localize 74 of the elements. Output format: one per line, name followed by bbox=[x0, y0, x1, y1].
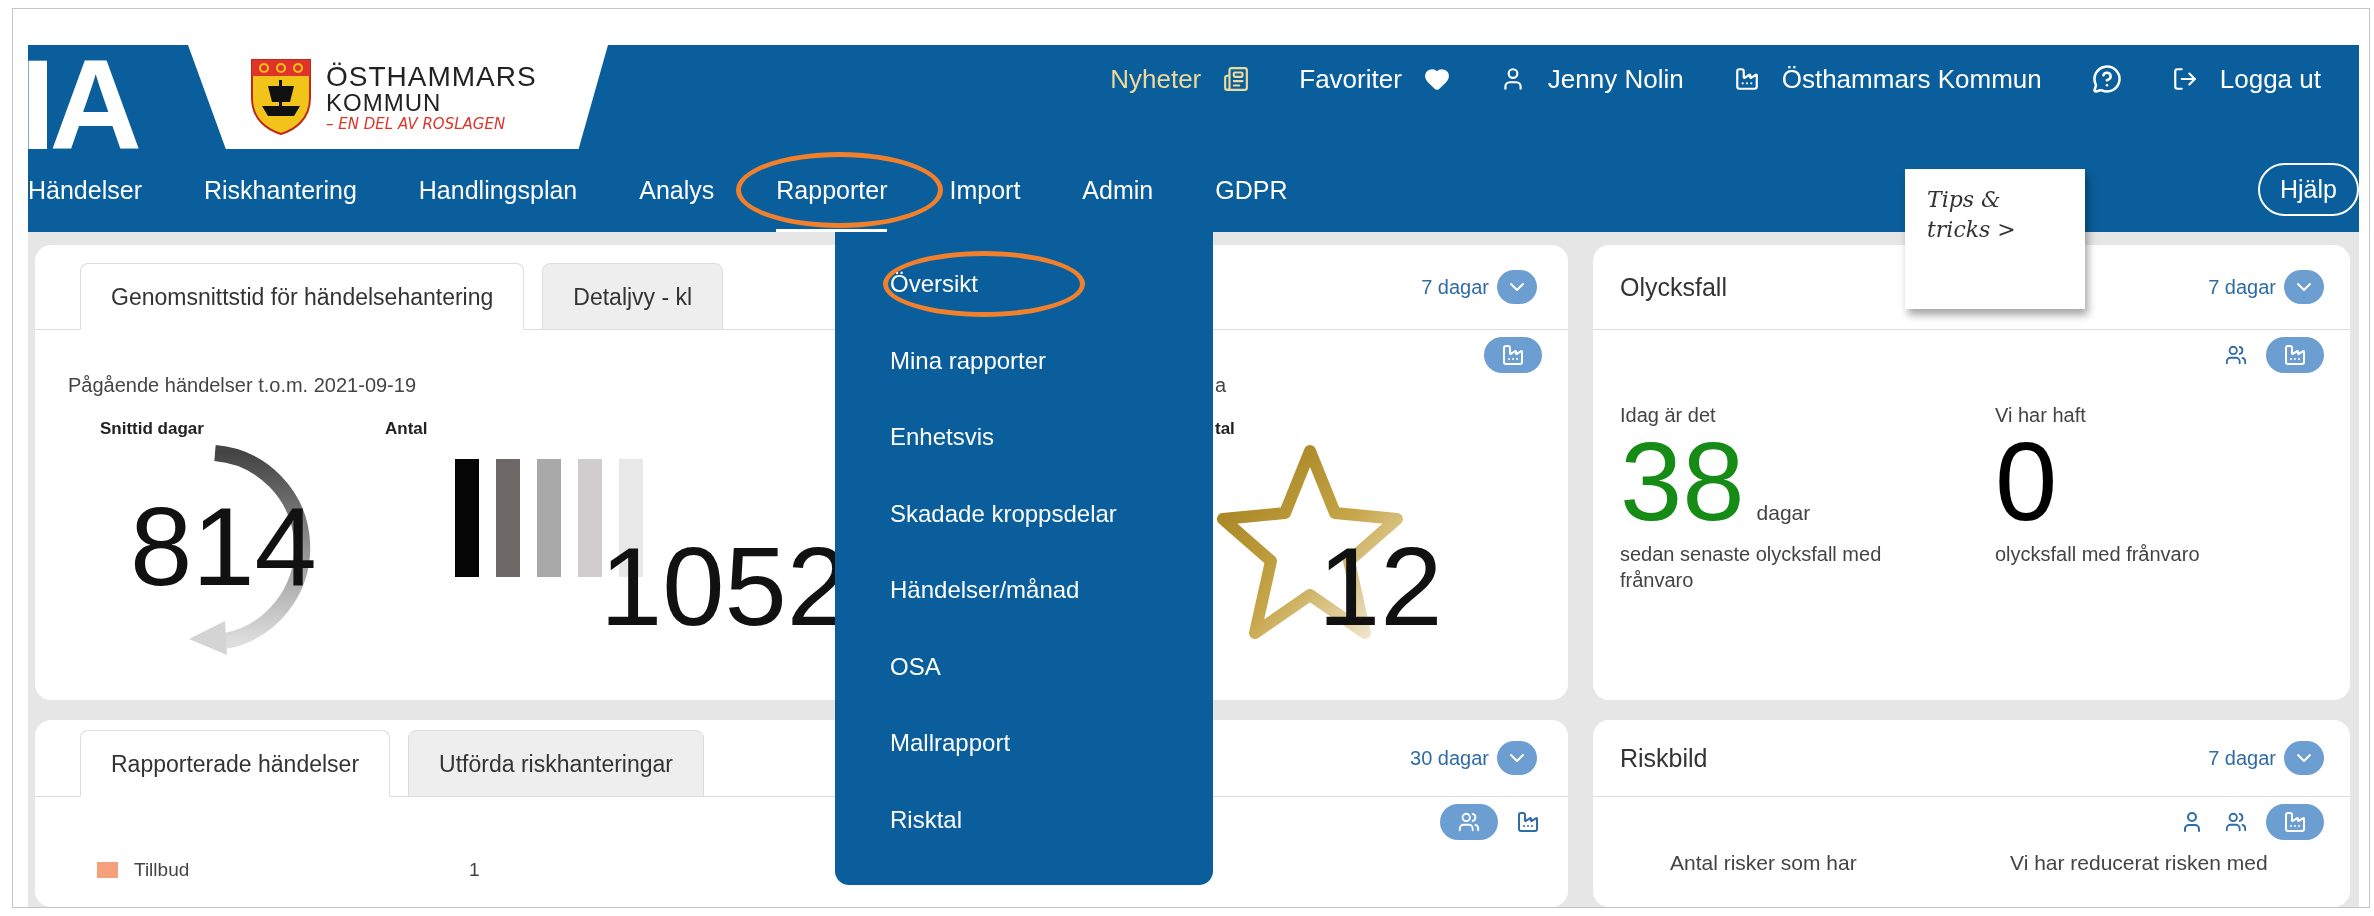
group-icon bbox=[2225, 811, 2247, 833]
group-icon bbox=[1458, 811, 1480, 833]
menu-item[interactable]: Översikt bbox=[890, 270, 978, 299]
heart-icon bbox=[1423, 66, 1450, 92]
factory-icon bbox=[2283, 810, 2307, 834]
logo-text: KOMMUN bbox=[326, 90, 443, 115]
factory-icon bbox=[1501, 343, 1525, 367]
period-dropdown-button[interactable] bbox=[1497, 270, 1537, 304]
factory-icon bbox=[1733, 66, 1760, 92]
metric-value: 12 bbox=[1318, 531, 1443, 643]
metric-value: 1052 bbox=[600, 531, 850, 643]
stat-intro: Vi har reducerat risken med bbox=[2010, 851, 2269, 875]
menu-item[interactable]: Mina rapporter bbox=[890, 346, 1047, 375]
menu-item[interactable]: OSA bbox=[890, 652, 941, 681]
nav-tab[interactable]: Admin bbox=[1082, 147, 1154, 232]
menu-item[interactable]: Risktal bbox=[890, 805, 962, 834]
stat-intro: Vi har haft bbox=[1995, 404, 2087, 427]
stat-intro: Idag är det bbox=[1620, 404, 1717, 427]
card-title: Riskbild bbox=[1620, 743, 1708, 773]
help-button[interactable]: Hjälp bbox=[2258, 163, 2359, 216]
card-tab[interactable]: Rapporterade händelser bbox=[80, 730, 391, 797]
logo-tagline: – EN DEL AV ROSLAGEN bbox=[326, 116, 507, 132]
card-tab[interactable]: Detaljvy - kl bbox=[542, 263, 724, 330]
period-label: 7 dagar bbox=[2208, 275, 2276, 299]
subtitle: Pågående händelser t.o.m. 2021-09-19 bbox=[68, 374, 418, 397]
app-logo: IA bbox=[20, 59, 138, 151]
nav-tab[interactable]: Riskhantering bbox=[203, 147, 357, 232]
unit-view-button[interactable] bbox=[2266, 804, 2324, 840]
stat-value: 38 bbox=[1620, 429, 1745, 536]
newspaper-icon bbox=[1223, 66, 1250, 92]
top-link-label[interactable]: Logga ut bbox=[2219, 63, 2321, 95]
stat-value: 0 bbox=[1995, 429, 2058, 536]
period-label: 30 dagar bbox=[1410, 746, 1489, 770]
stat-intro: Antal risker som har bbox=[1670, 851, 1858, 875]
card-tab[interactable]: Utförda riskhanteringar bbox=[408, 730, 704, 797]
metric-label: Snittid dagar bbox=[100, 419, 204, 439]
factory-icon bbox=[1516, 810, 1540, 834]
group-view-button[interactable] bbox=[1440, 804, 1498, 840]
group-icon bbox=[2225, 344, 2247, 366]
menu-item[interactable]: Händelser/månad bbox=[890, 576, 1080, 605]
metric-label: Antal bbox=[385, 419, 428, 439]
nav-tab[interactable]: Handlingsplan bbox=[418, 147, 578, 232]
nav-tab[interactable]: GDPR bbox=[1215, 147, 1288, 232]
menu-item[interactable]: Mallrapport bbox=[890, 729, 1011, 758]
logo-text: ÖSTHAMMARS bbox=[326, 62, 537, 91]
subtitle: a bbox=[1215, 374, 1228, 397]
unit-view-button[interactable] bbox=[2266, 337, 2324, 373]
top-link-label[interactable]: Favoriter bbox=[1299, 63, 1402, 95]
metric-value: 814 bbox=[130, 491, 317, 603]
period-label: 7 dagar bbox=[1421, 275, 1489, 299]
top-link-label[interactable]: Östhammars Kommun bbox=[1781, 63, 2042, 95]
help-icon[interactable] bbox=[2091, 64, 2122, 94]
factory-icon bbox=[2283, 343, 2307, 367]
nav-tab[interactable]: Import bbox=[949, 147, 1021, 232]
unit-view-button[interactable] bbox=[1484, 337, 1542, 373]
tips-note[interactable]: Tips & tricks > bbox=[1905, 169, 2085, 309]
period-dropdown-button[interactable] bbox=[2284, 741, 2324, 775]
card-title: Olycksfall bbox=[1620, 272, 1727, 302]
stat-caption: sedan senaste olycksfall med frånvaro bbox=[1620, 542, 1883, 594]
top-link-label[interactable]: Jenny Nolin bbox=[1547, 63, 1684, 95]
legend-label: Tillbud bbox=[134, 859, 191, 881]
card-tab[interactable]: Genomsnittstid för händelsehantering bbox=[80, 263, 525, 330]
period-dropdown-button[interactable] bbox=[2284, 270, 2324, 304]
menu-item[interactable]: Enhetsvis bbox=[890, 423, 995, 452]
nav-tab[interactable]: Analys bbox=[639, 147, 715, 232]
menu-item[interactable]: Skadade kroppsdelar bbox=[890, 499, 1117, 528]
logout-icon bbox=[2171, 66, 2198, 92]
period-label: 7 dagar bbox=[2208, 746, 2276, 770]
metric-label: tal bbox=[1215, 419, 1235, 439]
top-link-label[interactable]: Nyheter bbox=[1110, 63, 1202, 95]
period-dropdown-button[interactable] bbox=[1497, 741, 1537, 775]
stat-caption: olycksfall med frånvaro bbox=[1995, 542, 2201, 568]
legend-value: 1 bbox=[469, 859, 480, 881]
stat-unit: dagar bbox=[1756, 501, 1811, 525]
